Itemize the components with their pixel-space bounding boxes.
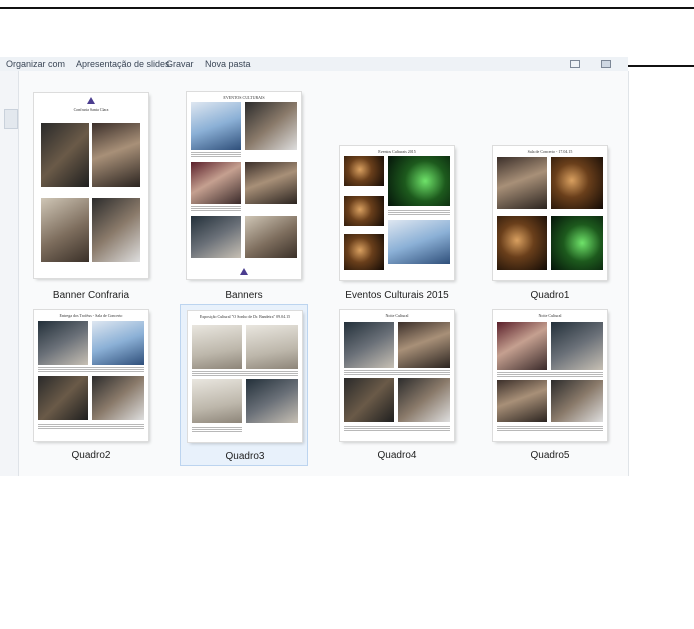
text-block	[388, 210, 450, 216]
photo	[92, 198, 140, 262]
photo	[497, 380, 547, 422]
thumbnail: Noite Cultural	[493, 310, 607, 441]
photo	[192, 325, 242, 369]
text-block	[344, 370, 450, 376]
top-border	[0, 7, 694, 9]
logo-icon	[87, 97, 95, 104]
text-block	[497, 372, 603, 378]
thumbnail-caption: Confraria Santa Clara	[73, 107, 109, 112]
text-block	[192, 427, 242, 433]
preview-pane-icon[interactable]	[601, 60, 611, 68]
photo	[497, 216, 547, 270]
photo	[398, 322, 450, 368]
text-block	[497, 426, 603, 432]
photo	[344, 378, 394, 422]
photo	[246, 379, 298, 423]
thumbnail-caption: Sala de Concerto - 17.04.15	[527, 149, 573, 154]
thumbnail-caption: Exposição Cultural "O Sonho de Dr. Bande…	[199, 314, 291, 319]
photo	[41, 123, 89, 187]
file-name: Quadro5	[530, 450, 570, 461]
file-view: Confraria Santa Clara Banner Confraria E…	[0, 71, 629, 476]
thumbnail-caption: Noite Cultural	[385, 313, 409, 318]
thumbnail: EVENTOS CULTURAIS	[187, 92, 301, 279]
navigation-pane[interactable]	[0, 71, 19, 476]
photo	[41, 198, 89, 262]
file-tile-quadro1[interactable]: Sala de Concerto - 17.04.15 Quadro1	[486, 71, 614, 301]
photo	[497, 322, 547, 370]
photo	[551, 380, 603, 422]
photo	[388, 220, 450, 264]
organize-button[interactable]: Organizar com	[6, 57, 65, 71]
photo	[551, 216, 603, 270]
photo	[38, 321, 88, 365]
new-folder-button[interactable]: Nova pasta	[205, 57, 251, 71]
file-name: Banners	[225, 290, 263, 301]
photo	[398, 378, 450, 422]
photo	[191, 216, 241, 258]
photo	[92, 123, 140, 187]
text-block	[191, 206, 241, 212]
text-block	[38, 424, 144, 430]
photo	[192, 379, 242, 423]
photo	[191, 102, 241, 150]
slideshow-button[interactable]: Apresentação de slides	[76, 57, 170, 71]
photo	[344, 156, 384, 186]
thumbnail: Confraria Santa Clara	[34, 93, 148, 278]
photo	[551, 322, 603, 370]
photo	[388, 156, 450, 206]
command-bar: Organizar com Apresentação de slides Gra…	[0, 57, 628, 72]
thumbnail-caption: EVENTOS CULTURAIS	[223, 95, 265, 100]
file-tile-quadro3[interactable]: Exposição Cultural "O Sonho de Dr. Bande…	[180, 304, 308, 466]
photo	[92, 376, 144, 420]
photo	[246, 325, 298, 369]
nav-selected-item[interactable]	[4, 109, 18, 129]
thumbnail: Noite Cultural	[340, 310, 454, 441]
file-tile-quadro2[interactable]: Entrega dos Troféus - Sala de Concerto Q…	[27, 304, 155, 466]
thumbnail: Eventos Culturais 2015	[340, 146, 454, 280]
photo	[245, 102, 297, 150]
photo	[191, 162, 241, 204]
file-name: Banner Confraria	[52, 290, 130, 301]
thumbnail-caption: Eventos Culturais 2015	[378, 149, 416, 154]
photo	[344, 322, 394, 368]
thumbnail: Sala de Concerto - 17.04.15	[493, 146, 607, 280]
photo	[344, 196, 384, 226]
file-tile-banner-confraria[interactable]: Confraria Santa Clara Banner Confraria	[27, 71, 155, 301]
file-name: Quadro2	[71, 450, 111, 461]
thumbnail-caption: Noite Cultural	[538, 313, 562, 318]
photo	[92, 321, 144, 365]
file-tile-quadro5[interactable]: Noite Cultural Quadro5	[486, 304, 614, 466]
grid-view-icon[interactable]	[570, 60, 580, 68]
file-name: Eventos Culturais 2015	[345, 290, 449, 301]
photo	[497, 157, 547, 209]
text-block	[38, 367, 144, 373]
file-name: Quadro1	[530, 290, 570, 301]
burn-button[interactable]: Gravar	[166, 57, 194, 71]
file-name: Quadro4	[377, 450, 417, 461]
text-block	[191, 152, 241, 158]
logo-icon	[240, 268, 248, 275]
file-name: Quadro3	[225, 451, 265, 462]
thumbnail: Entrega dos Troféus - Sala de Concerto	[34, 310, 148, 441]
thumbnail: Exposição Cultural "O Sonho de Dr. Bande…	[188, 311, 302, 442]
text-block	[344, 426, 450, 432]
file-tile-banners[interactable]: EVENTOS CULTURAIS Banners	[180, 71, 308, 301]
text-block	[192, 371, 298, 377]
photo	[245, 162, 297, 204]
photo	[245, 216, 297, 258]
file-tile-eventos-culturais-2015[interactable]: Eventos Culturais 2015 Eventos Culturais…	[333, 71, 461, 301]
photo	[344, 234, 384, 270]
file-tile-quadro4[interactable]: Noite Cultural Quadro4	[333, 304, 461, 466]
photo	[551, 157, 603, 209]
photo	[38, 376, 88, 420]
thumbnail-caption: Entrega dos Troféus - Sala de Concerto	[59, 313, 123, 318]
